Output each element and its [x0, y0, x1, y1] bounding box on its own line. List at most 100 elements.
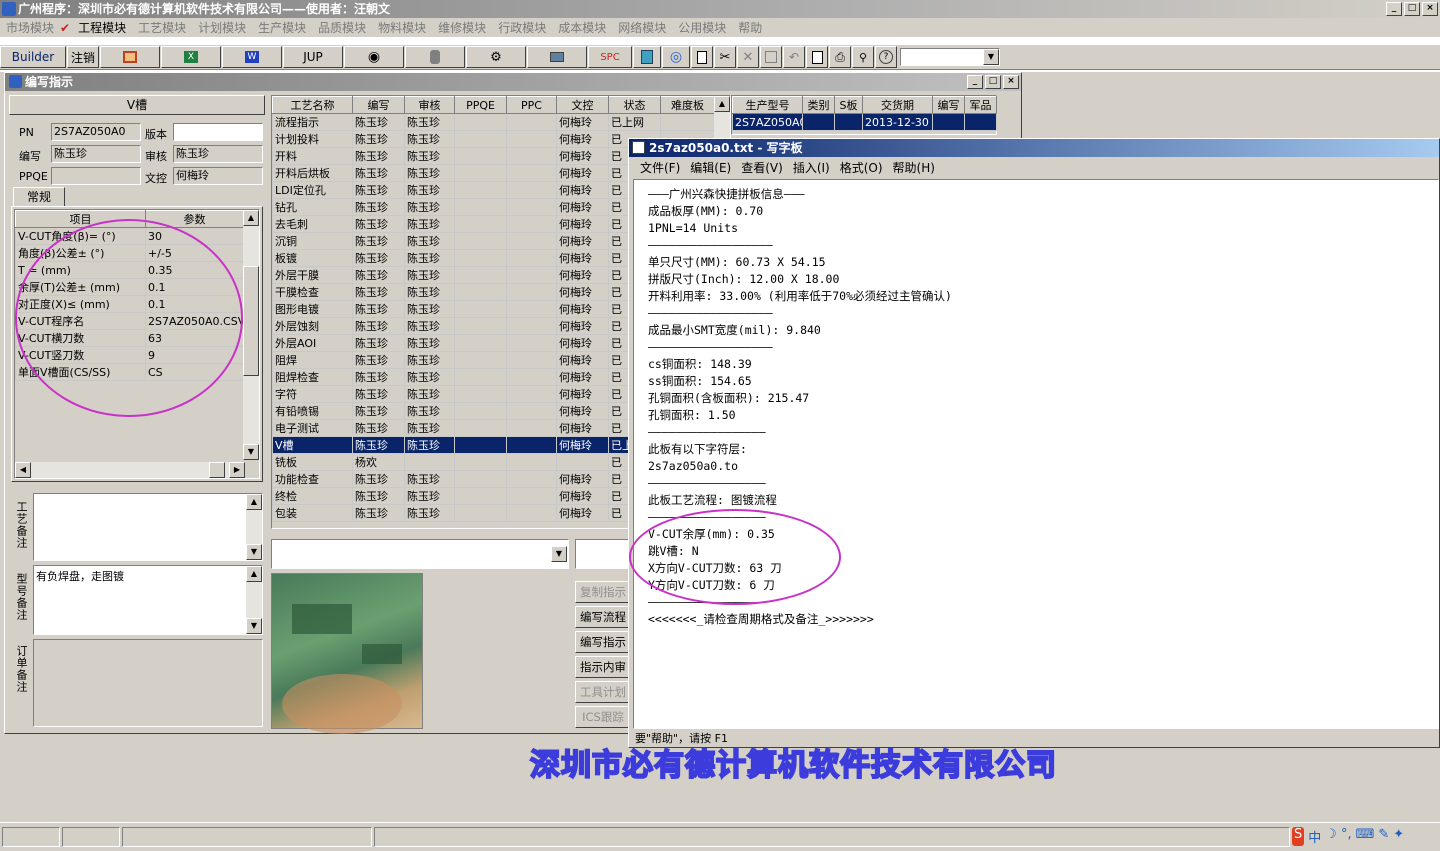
process-cell[interactable]: 何梅玲: [556, 249, 609, 267]
wordpad-document[interactable]: ———广州兴森快捷拼板信息——— 成品板厚(MM): 0.70 1PNL=14 Un…: [633, 179, 1439, 729]
process-cell[interactable]: [454, 300, 507, 318]
process-cell[interactable]: 开料: [272, 147, 353, 165]
process-cell[interactable]: 开料后烘板: [272, 164, 353, 182]
process-cell[interactable]: 陈玉珍: [404, 334, 455, 352]
tray-icon[interactable]: ✎: [1378, 827, 1389, 846]
process-cell[interactable]: 钻孔: [272, 198, 353, 216]
process-cell[interactable]: 何梅玲: [556, 470, 609, 488]
process-cell[interactable]: 陈玉珍: [352, 130, 405, 148]
help-button[interactable]: ?: [875, 46, 897, 68]
process-cell[interactable]: 陈玉珍: [352, 198, 405, 216]
process-cell[interactable]: 何梅玲: [556, 300, 609, 318]
order-col-header[interactable]: 编写: [932, 96, 965, 114]
menu-item-7[interactable]: 维修模块: [432, 19, 492, 36]
process-cell[interactable]: [454, 402, 507, 420]
process-cell[interactable]: [454, 351, 507, 369]
model-remark-field[interactable]: 有负焊盘，走图镀 ▲ ▼: [33, 565, 263, 635]
process-cell[interactable]: 陈玉珍: [404, 266, 455, 284]
process-cell[interactable]: 陈玉珍: [352, 436, 405, 454]
tray-icon[interactable]: ⌨: [1356, 827, 1375, 846]
ppqe-field[interactable]: [51, 167, 141, 185]
process-cell[interactable]: [506, 334, 557, 352]
cut-button[interactable]: ✂: [714, 46, 736, 68]
process-cell[interactable]: 何梅玲: [556, 215, 609, 233]
action-button-1[interactable]: 编写流程: [575, 606, 631, 628]
scroll-up-icon[interactable]: ▲: [243, 210, 259, 226]
process-cell[interactable]: 陈玉珍: [404, 504, 455, 522]
process-cell[interactable]: 阻焊检查: [272, 368, 353, 386]
process-cell[interactable]: 陈玉珍: [404, 317, 455, 335]
process-cell[interactable]: 陈玉珍: [352, 317, 405, 335]
process-cell[interactable]: 陈玉珍: [352, 504, 405, 522]
process-cell[interactable]: 沉铜: [272, 232, 353, 250]
process-col-header[interactable]: PPQE: [454, 96, 507, 114]
process-cell[interactable]: 陈玉珍: [352, 249, 405, 267]
process-cell[interactable]: 干膜检查: [272, 283, 353, 301]
process-cell[interactable]: 有铅喷锡: [272, 402, 353, 420]
model-remark-scroll[interactable]: ▲ ▼: [246, 566, 262, 634]
print-preview-button[interactable]: [806, 46, 828, 68]
process-cell[interactable]: [454, 504, 507, 522]
process-cell[interactable]: [454, 249, 507, 267]
process-cell[interactable]: 字符: [272, 385, 353, 403]
process-cell[interactable]: [454, 334, 507, 352]
process-cell[interactable]: 陈玉珍: [352, 147, 405, 165]
order-col-header[interactable]: S板: [834, 96, 863, 114]
process-cell[interactable]: 何梅玲: [556, 198, 609, 216]
process-cell[interactable]: [506, 487, 557, 505]
process-cell[interactable]: 何梅玲: [556, 130, 609, 148]
menu-item-6[interactable]: 物料模块: [372, 19, 432, 36]
menu-item-4[interactable]: 生产模块: [252, 19, 312, 36]
process-cell[interactable]: 陈玉珍: [352, 232, 405, 250]
process-cell[interactable]: 流程指示: [272, 113, 353, 131]
process-cell[interactable]: 陈玉珍: [404, 436, 455, 454]
process-cell[interactable]: [454, 113, 507, 131]
process-cell[interactable]: [506, 368, 557, 386]
process-col-header[interactable]: 编写: [352, 96, 405, 114]
process-cell[interactable]: 陈玉珍: [404, 215, 455, 233]
process-cell[interactable]: 何梅玲: [556, 181, 609, 199]
process-cell[interactable]: 陈玉珍: [352, 113, 405, 131]
doc-control-field[interactable]: 何梅玲: [173, 167, 263, 185]
process-cell[interactable]: [454, 436, 507, 454]
process-cell[interactable]: [506, 351, 557, 369]
chevron-down-icon[interactable]: ▼: [983, 49, 999, 65]
wordpad-menu-item[interactable]: 编辑(E): [685, 159, 736, 176]
menu-item-11[interactable]: 公用模块: [672, 19, 732, 36]
process-cell[interactable]: 去毛刺: [272, 215, 353, 233]
process-cell[interactable]: 铣板: [272, 453, 353, 471]
menu-item-1[interactable]: 工程模块: [72, 19, 132, 36]
process-cell[interactable]: 陈玉珍: [352, 470, 405, 488]
process-cell[interactable]: 图形电镀: [272, 300, 353, 318]
order-cell[interactable]: [802, 113, 835, 131]
process-cell[interactable]: [454, 266, 507, 284]
process-cell[interactable]: 外层AOI: [272, 334, 353, 352]
process-combo[interactable]: ▼: [271, 539, 569, 569]
process-cell[interactable]: [506, 436, 557, 454]
process-cell[interactable]: [506, 164, 557, 182]
scroll-left-icon[interactable]: ◀: [15, 462, 31, 478]
order-cell[interactable]: [834, 113, 863, 131]
child-close-button[interactable]: ×: [1003, 75, 1019, 89]
process-cell[interactable]: 陈玉珍: [404, 368, 455, 386]
process-cell[interactable]: 何梅玲: [556, 164, 609, 182]
order-row[interactable]: 2S7AZ050A0 2013-12-30: [732, 113, 997, 131]
menu-item-9[interactable]: 成本模块: [552, 19, 612, 36]
process-scroll-up-icon[interactable]: ▲: [714, 96, 730, 112]
process-cell[interactable]: [454, 147, 507, 165]
menu-item-10[interactable]: 网络模块: [612, 19, 672, 36]
process-col-header[interactable]: 文控: [556, 96, 609, 114]
process-cell[interactable]: [506, 147, 557, 165]
wordpad-menu-item[interactable]: 插入(I): [788, 159, 835, 176]
tab-general[interactable]: 常规: [13, 187, 65, 207]
scroll-down-icon[interactable]: ▼: [243, 444, 259, 460]
process-cell[interactable]: 何梅玲: [556, 504, 609, 522]
order-remark-field[interactable]: [33, 639, 263, 727]
process-col-header[interactable]: PPC: [506, 96, 557, 114]
process-cell[interactable]: 功能检查: [272, 470, 353, 488]
menu-item-2[interactable]: 工艺模块: [132, 19, 192, 36]
combo-chevron-down-icon[interactable]: ▼: [551, 546, 567, 562]
child-maximize-button[interactable]: □: [985, 75, 1001, 89]
menu-item-5[interactable]: 品质模块: [312, 19, 372, 36]
order-cell[interactable]: [932, 113, 965, 131]
